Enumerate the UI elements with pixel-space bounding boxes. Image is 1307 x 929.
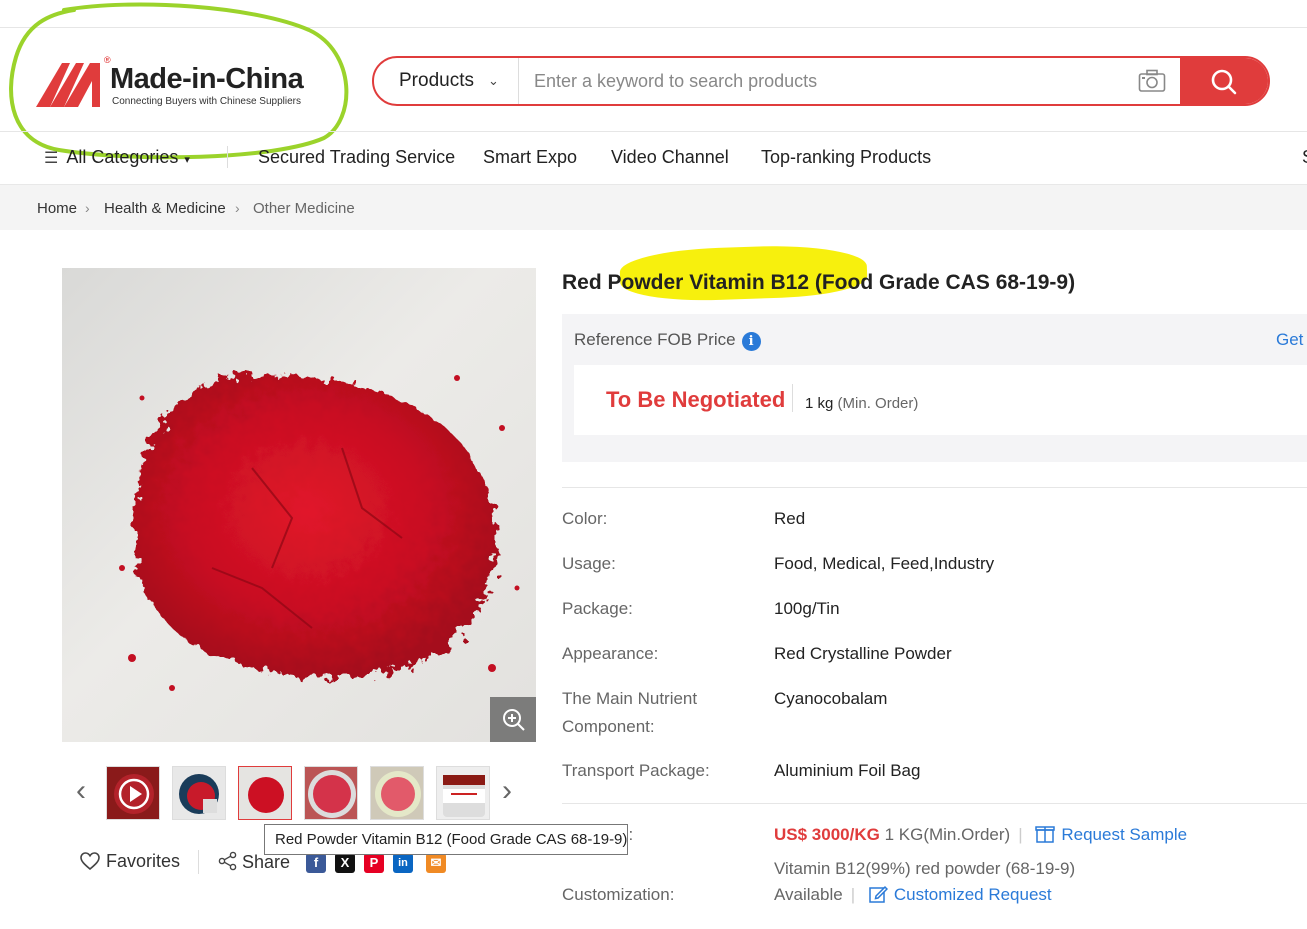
spec-divider — [562, 487, 1307, 488]
thumb-prev-arrow-icon[interactable]: ‹ — [76, 774, 86, 808]
spec-label-usage: Usage: — [562, 554, 616, 573]
red-powder-image — [119, 373, 520, 691]
thumbnail-image[interactable] — [304, 766, 358, 820]
pipe-separator: | — [1018, 825, 1023, 844]
nav-separator — [227, 146, 228, 168]
reference-fob-price: Reference FOB Price i — [574, 330, 761, 351]
share-icon — [218, 851, 237, 871]
get-latest-price-link[interactable]: Get — [1276, 330, 1303, 350]
spec-label-color: Color: — [562, 509, 608, 528]
favorites-button[interactable]: Favorites — [80, 851, 180, 872]
moq-note: (Min. Order) — [837, 395, 919, 412]
spec-label-customization: Customization: — [562, 885, 675, 904]
request-sample-label: Request Sample — [1061, 825, 1188, 844]
main-nav: ☰ All Categories ▾ Secured Trading Service… — [0, 140, 1307, 176]
all-categories-label: All Categories — [66, 147, 179, 167]
chevron-right-icon: › — [235, 200, 240, 216]
brand-tagline: Connecting Buyers with Chinese Suppliers — [112, 96, 301, 107]
edit-icon — [869, 885, 888, 903]
nav-divider — [0, 131, 1307, 132]
request-sample-link[interactable]: Request Sample — [1035, 825, 1187, 844]
info-icon[interactable]: i — [741, 332, 761, 351]
spec-label-appearance: Appearance: — [562, 644, 659, 663]
breadcrumb-home[interactable]: Home — [37, 200, 77, 217]
search-category-select[interactable]: Products ⌄ — [374, 58, 519, 104]
sample-divider — [562, 803, 1307, 804]
list-icon: ☰ — [44, 150, 59, 167]
share-text: Share — [242, 852, 291, 872]
nav-item-smart-expo[interactable]: Smart Expo — [483, 147, 577, 168]
heart-icon — [80, 852, 100, 871]
customized-request-label: Customized Request — [893, 885, 1052, 904]
search-icon — [1211, 69, 1237, 95]
camera-icon[interactable] — [1138, 69, 1166, 93]
thumbnail-image-active[interactable] — [238, 766, 292, 820]
box-icon — [1035, 826, 1056, 843]
spec-value-appearance: Red Crystalline Powder — [774, 644, 952, 663]
nav-item-top-ranking[interactable]: Top-ranking Products — [761, 147, 931, 168]
breadcrumb-health-medicine[interactable]: Health & Medicine — [104, 200, 226, 217]
breadcrumb: Home › Health & Medicine › Other Medicin… — [0, 184, 1307, 230]
search-category-label: Products — [399, 70, 474, 91]
sample-price: US$ 3000/KG — [774, 825, 880, 844]
thumbnail-video[interactable] — [106, 766, 160, 820]
price-inner: To Be Negotiated 1 kg (Min. Order) — [574, 365, 1307, 435]
facebook-icon[interactable]: f — [306, 853, 326, 873]
customization-value: Available — [774, 885, 843, 904]
sample-min-order: 1 KG(Min.Order) — [884, 825, 1011, 844]
site-logo[interactable]: ® Made-in-China Connecting Buyers with C… — [36, 55, 316, 115]
logo-mark-icon — [36, 63, 100, 107]
negotiable-price: To Be Negotiated — [606, 387, 786, 412]
linkedin-icon[interactable]: in — [393, 853, 413, 873]
email-icon[interactable]: ✉ — [426, 853, 446, 873]
reference-fob-price-label: Reference FOB Price — [574, 330, 736, 349]
price-box: Reference FOB Price i Get To Be Negotiate… — [562, 314, 1307, 462]
search-bar: Products ⌄ — [372, 56, 1270, 106]
nav-item-secured-trading[interactable]: Secured Trading Service — [258, 147, 455, 168]
spec-value-transport-package: Aluminium Foil Bag — [774, 761, 921, 780]
product-title: Red Powder Vitamin B12 (Food Grade CAS 6… — [562, 271, 1076, 294]
search-button[interactable] — [1180, 58, 1268, 104]
spec-label-transport-package: Transport Package: — [562, 761, 710, 780]
search-input[interactable] — [520, 58, 1140, 104]
zoom-in-icon — [503, 709, 525, 731]
price-divider — [792, 384, 793, 412]
all-categories-menu[interactable]: ☰ All Categories ▾ — [44, 147, 190, 168]
thumbnail-strip: ‹ › — [70, 766, 530, 822]
pinterest-icon[interactable]: P — [364, 853, 384, 873]
moq-value: 1 kg — [805, 395, 834, 412]
favorites-label: Favorites — [106, 851, 181, 871]
customized-request-link[interactable]: Customized Request — [868, 885, 1052, 904]
chevron-down-icon: ⌄ — [488, 73, 499, 88]
thumbnail-image[interactable] — [436, 766, 490, 820]
thumbnail-tooltip: Red Powder Vitamin B12 (Food Grade CAS 6… — [264, 824, 628, 855]
top-border — [0, 27, 1307, 28]
spec-value-package: 100g/Tin — [774, 599, 840, 618]
pipe-separator: | — [850, 885, 856, 904]
thumbnail-image[interactable] — [172, 766, 226, 820]
share-separator — [198, 850, 199, 874]
thumbnail-image[interactable] — [370, 766, 424, 820]
thumb-next-arrow-icon[interactable]: › — [502, 774, 512, 808]
main-product-image[interactable] — [62, 268, 536, 742]
breadcrumb-other-medicine: Other Medicine — [253, 200, 355, 217]
chevron-down-icon: ▾ — [184, 154, 190, 166]
sample-description: Vitamin B12(99%) red powder (68-19-9) — [774, 859, 1076, 878]
brand-name: Made-in-China — [110, 63, 304, 95]
nav-item-cutoff[interactable]: S — [1302, 147, 1307, 168]
spec-label-package: Package: — [562, 599, 633, 618]
min-order: 1 kg (Min. Order) — [805, 395, 918, 412]
sample-row: US$ 3000/KG 1 KG(Min.Order) | Request Sam… — [774, 821, 1187, 849]
customization-row: Available | Customized Request — [774, 881, 1052, 909]
spec-label-main-nutrient: The Main Nutrient Component: — [562, 689, 698, 736]
chevron-right-icon: › — [85, 200, 90, 216]
video-play-icon — [107, 767, 159, 819]
spec-value-main-nutrient: Cyanocobalam — [774, 689, 888, 708]
zoom-button[interactable] — [490, 697, 536, 742]
spec-value-usage: Food, Medical, Feed,Industry — [774, 554, 995, 573]
nav-item-video-channel[interactable]: Video Channel — [611, 147, 729, 168]
x-twitter-icon[interactable]: X — [335, 853, 355, 873]
spec-value-color: Red — [774, 509, 806, 528]
